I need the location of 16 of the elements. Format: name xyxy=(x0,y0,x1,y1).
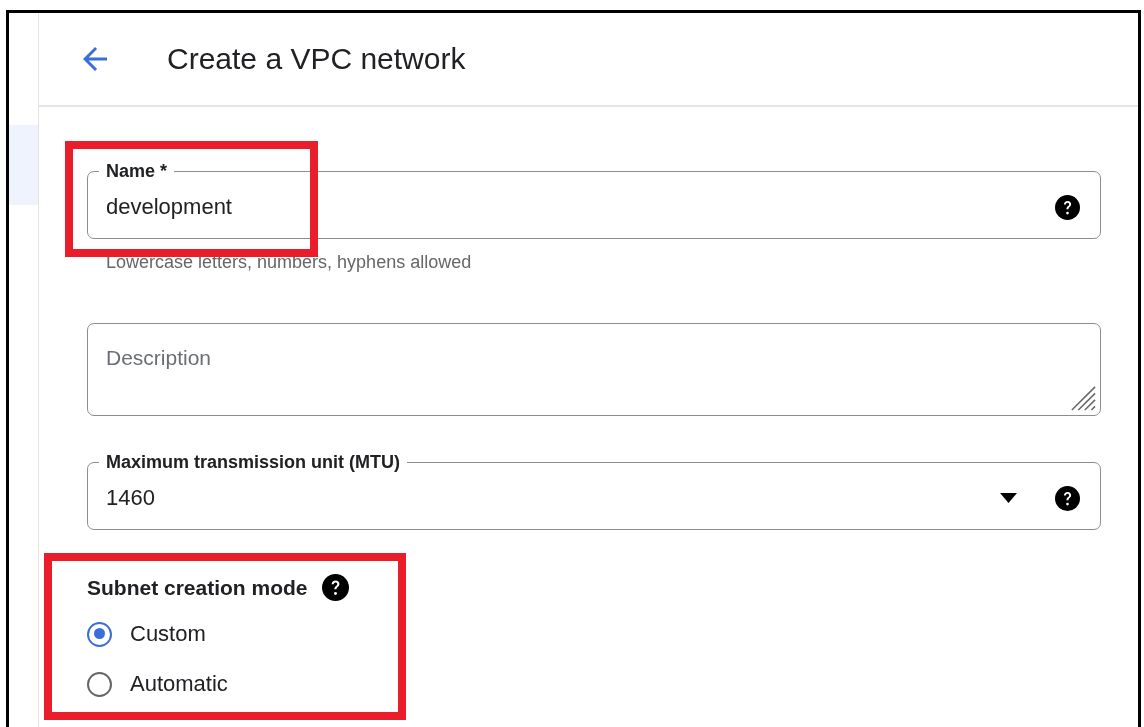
radio-button-icon[interactable] xyxy=(87,671,112,697)
resize-handle-icon[interactable] xyxy=(1070,385,1096,411)
field-value: 1460 xyxy=(106,485,155,511)
radio-button-icon[interactable] xyxy=(87,621,112,647)
help-icon[interactable] xyxy=(1055,194,1080,220)
help-icon[interactable] xyxy=(1055,485,1080,511)
text-area[interactable]: Description xyxy=(87,323,1101,416)
helper-text: Lowercase letters, numbers, hyphens allowed xyxy=(105,251,473,273)
section-label: Subnet creation mode xyxy=(87,575,308,600)
radio-option[interactable]: Automatic xyxy=(87,671,228,697)
dropdown-caret-icon[interactable] xyxy=(1000,493,1017,503)
page-title: Create a VPC network xyxy=(167,42,466,76)
field-value: development xyxy=(106,194,232,220)
help-icon[interactable] xyxy=(321,574,349,601)
field-placeholder: Description xyxy=(106,346,212,370)
radio-option[interactable]: Custom xyxy=(87,621,206,647)
